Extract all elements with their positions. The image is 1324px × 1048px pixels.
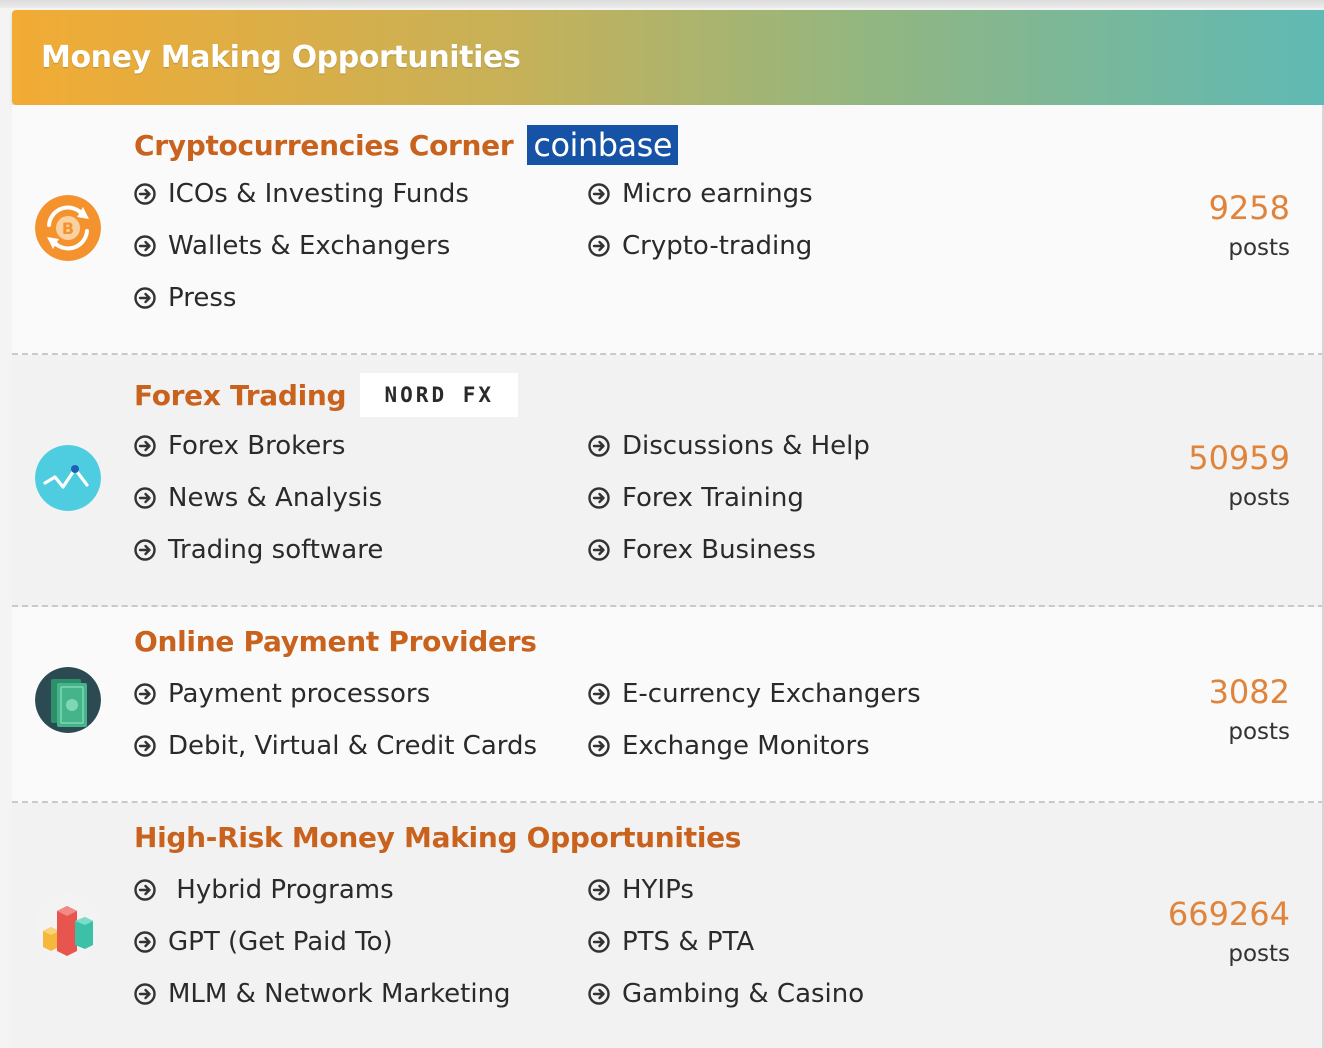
forum-row-payment: Online Payment Providers Payment process… [12, 607, 1324, 803]
svg-text:B: B [62, 219, 74, 238]
subforum-link[interactable]: Wallets & Exchangers [134, 231, 450, 261]
arrow-circle-icon [588, 683, 610, 705]
forum-title[interactable]: Forex Trading [134, 379, 347, 412]
subforum-label: Press [168, 283, 237, 313]
arrow-circle-icon [134, 931, 156, 953]
arrow-circle-icon [588, 983, 610, 1005]
bar-blocks-icon [35, 893, 101, 959]
forum-title-wrap: Online Payment Providers [134, 625, 537, 658]
arrow-circle-icon [134, 683, 156, 705]
forum-title-wrap: Forex Trading NORD FX [134, 373, 519, 417]
forum-category: Money Making Opportunities B Cryptocurre… [12, 10, 1324, 1048]
arrow-circle-icon [588, 931, 610, 953]
arrow-circle-icon [588, 183, 610, 205]
subforum-label: Wallets & Exchangers [168, 231, 451, 261]
subforum-label: Forex Brokers [168, 431, 346, 461]
forum-row-high-risk: High-Risk Money Making Opportunities Hyb… [12, 803, 1324, 1048]
post-count-label: posts [1228, 485, 1290, 511]
category-header: Money Making Opportunities [12, 10, 1324, 105]
post-count-label: posts [1228, 235, 1290, 261]
post-count: 669264 [1167, 895, 1290, 933]
subforum-label: GPT (Get Paid To) [168, 927, 393, 957]
subforum-label: E-currency Exchangers [622, 679, 921, 709]
arrow-circle-icon [588, 235, 610, 257]
arrow-circle-icon [588, 879, 610, 901]
nordfx-logo-text: NORD FX [384, 383, 495, 407]
arrow-circle-icon [134, 287, 156, 309]
subforum-link[interactable]: E-currency Exchangers [588, 679, 921, 709]
bitcoin-exchange-icon: B [35, 195, 101, 261]
subforum-label: ICOs & Investing Funds [168, 179, 469, 209]
subforum-link[interactable]: Forex Business [588, 535, 816, 565]
post-count: 50959 [1188, 439, 1290, 477]
subforum-link[interactable]: PTS & PTA [588, 927, 754, 957]
coinbase-logo[interactable]: coinbase [527, 125, 678, 165]
subforum-link[interactable]: Press [134, 283, 236, 313]
top-strip [0, 0, 1324, 8]
post-count: 9258 [1208, 189, 1290, 227]
subforum-label: Micro earnings [622, 179, 813, 209]
subforum-label: Payment processors [168, 679, 431, 709]
subforum-link[interactable]: Micro earnings [588, 179, 813, 209]
subforum-link[interactable]: News & Analysis [134, 483, 382, 513]
arrow-circle-icon [588, 487, 610, 509]
post-count: 3082 [1208, 673, 1290, 711]
subforum-label: MLM & Network Marketing [168, 979, 511, 1009]
subforum-link[interactable]: Forex Training [588, 483, 804, 513]
arrow-circle-icon [134, 487, 156, 509]
forum-title-wrap: Cryptocurrencies Corner coinbase [134, 125, 678, 165]
subforum-link[interactable]: HYIPs [588, 875, 694, 905]
subforum-label: Forex Training [622, 483, 804, 513]
subforum-link[interactable]: Trading software [134, 535, 383, 565]
forum-title[interactable]: Online Payment Providers [134, 625, 537, 658]
subforum-link[interactable]: Forex Brokers [134, 431, 345, 461]
subforum-label: Exchange Monitors [622, 731, 870, 761]
subforum-link[interactable]: ICOs & Investing Funds [134, 179, 469, 209]
subforum-label: Forex Business [622, 535, 816, 565]
subforum-link[interactable]: Gambing & Casino [588, 979, 864, 1009]
subforum-link[interactable]: Hybrid Programs [134, 875, 394, 905]
subforum-label: News & Analysis [168, 483, 383, 513]
arrow-circle-icon [134, 435, 156, 457]
arrow-circle-icon [588, 435, 610, 457]
subforum-link[interactable]: Discussions & Help [588, 431, 870, 461]
forum-title-wrap: High-Risk Money Making Opportunities [134, 821, 741, 854]
subforum-link[interactable]: MLM & Network Marketing [134, 979, 511, 1009]
subforum-label: Discussions & Help [622, 431, 870, 461]
subforum-link[interactable]: Crypto-trading [588, 231, 812, 261]
arrow-circle-icon [134, 539, 156, 561]
subforum-link[interactable]: Payment processors [134, 679, 430, 709]
subforum-label: Debit, Virtual & Credit Cards [168, 731, 538, 761]
post-count-label: posts [1228, 719, 1290, 745]
subforum-link[interactable]: Exchange Monitors [588, 731, 870, 761]
forum-row-forex: Forex Trading NORD FX Forex Brokers Disc… [12, 355, 1324, 607]
forum-title[interactable]: High-Risk Money Making Opportunities [134, 821, 741, 854]
arrow-circle-icon [134, 235, 156, 257]
arrow-circle-icon [134, 983, 156, 1005]
arrow-circle-icon [588, 539, 610, 561]
subforum-label: Crypto-trading [622, 231, 813, 261]
forum-row-crypto: B Cryptocurrencies Corner coinbase ICOs … [12, 105, 1324, 355]
subforum-label: HYIPs [622, 875, 694, 905]
arrow-circle-icon [134, 183, 156, 205]
subforum-label: Hybrid Programs [168, 875, 394, 905]
subforum-label: Gambing & Casino [622, 979, 865, 1009]
post-count-label: posts [1228, 941, 1290, 967]
cash-icon [35, 667, 101, 733]
subforum-label: PTS & PTA [622, 927, 755, 957]
arrow-circle-icon [134, 735, 156, 757]
subforum-link[interactable]: Debit, Virtual & Credit Cards [134, 731, 537, 761]
nordfx-logo[interactable]: NORD FX [360, 373, 519, 417]
forum-title[interactable]: Cryptocurrencies Corner [134, 129, 514, 162]
subforum-link[interactable]: GPT (Get Paid To) [134, 927, 393, 957]
subforum-label: Trading software [168, 535, 384, 565]
category-title[interactable]: Money Making Opportunities [41, 40, 521, 75]
forex-chart-icon [35, 445, 101, 511]
arrow-circle-icon [588, 735, 610, 757]
arrow-circle-icon [134, 879, 156, 901]
